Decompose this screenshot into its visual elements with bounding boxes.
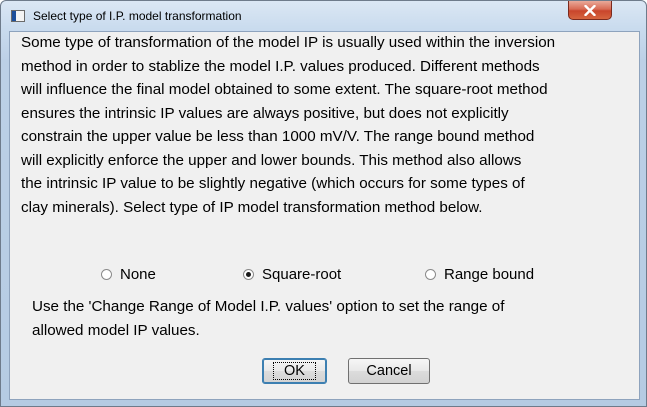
- description-line: method in order to stablize the model I.…: [21, 57, 540, 75]
- radio-unchecked-icon: [425, 269, 436, 280]
- radio-label-none: None: [120, 266, 156, 283]
- title-bar[interactable]: Select type of I.P. model transformation: [1, 1, 646, 31]
- radio-range-bound[interactable]: Range bound: [425, 266, 534, 283]
- radio-unchecked-icon: [101, 269, 112, 280]
- description-line: constrain the upper value be less than 1…: [21, 128, 535, 145]
- dialog-window: Select type of I.P. model transformation…: [0, 0, 647, 407]
- note-line: allowed model IP values.: [32, 321, 200, 339]
- dialog-app-icon: [11, 10, 25, 22]
- radio-none[interactable]: None: [101, 266, 156, 283]
- close-button[interactable]: [568, 1, 612, 20]
- range-note-text: Use the 'Change Range of Model I.P. valu…: [32, 295, 632, 342]
- ok-button[interactable]: OK: [262, 358, 327, 384]
- description-line: clay minerals). Select type of IP model …: [21, 198, 483, 216]
- description-line: the intrinsic IP value to be slightly ne…: [21, 175, 525, 192]
- radio-label-range-bound: Range bound: [444, 266, 535, 283]
- window-title: Select type of I.P. model transformation: [33, 9, 242, 23]
- description-line: will influence the final model obtained …: [21, 81, 548, 98]
- radio-checked-icon: [243, 269, 254, 280]
- transformation-radio-group: None Square-root Range bound: [1, 266, 646, 288]
- description-line: will explicitly enforce the upper and lo…: [21, 151, 522, 169]
- note-line: Use the 'Change Range of Model I.P. valu…: [32, 298, 505, 315]
- cancel-button[interactable]: Cancel: [348, 358, 430, 384]
- description-text: Some type of transformation of the model…: [21, 31, 633, 219]
- radio-square-root[interactable]: Square-root: [243, 266, 341, 283]
- cancel-button-label: Cancel: [366, 363, 412, 379]
- description-line: ensures the intrinsic IP values are alwa…: [21, 104, 509, 122]
- close-x-icon: [584, 4, 596, 16]
- description-line: Some type of transformation of the model…: [21, 34, 556, 51]
- ok-button-label: OK: [273, 362, 316, 380]
- radio-label-square-root: Square-root: [262, 266, 342, 283]
